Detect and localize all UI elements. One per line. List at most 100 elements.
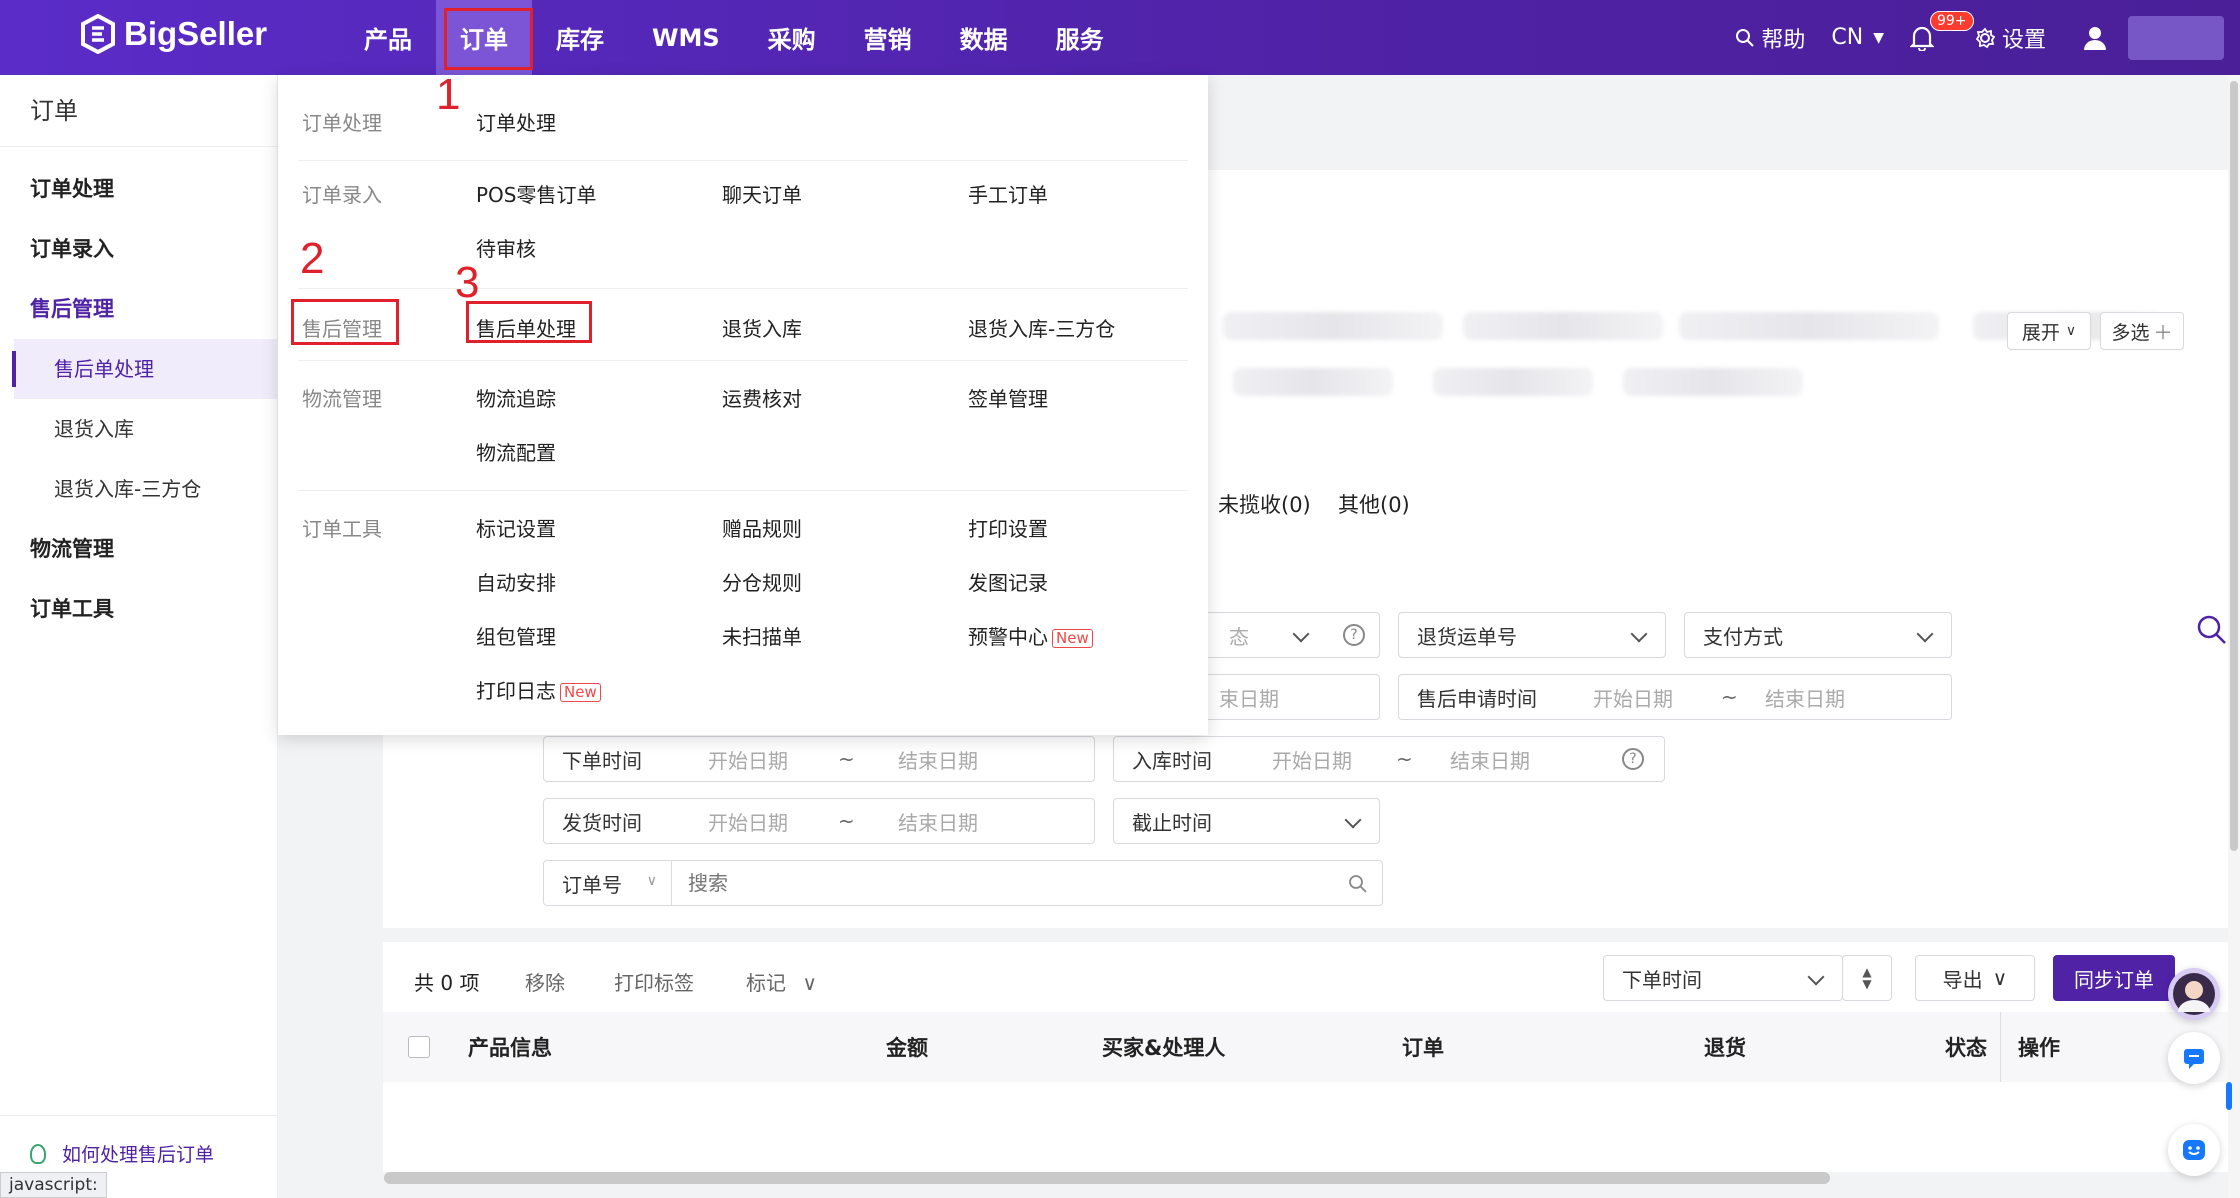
select-all-checkbox[interactable] bbox=[408, 1036, 430, 1058]
vertical-scrollbar[interactable] bbox=[2228, 75, 2240, 1198]
help-link[interactable]: 帮助 bbox=[1735, 22, 1805, 54]
nav-products[interactable]: 产品 bbox=[340, 0, 436, 75]
menu-row-logistics: 物流管理 物流追踪 运费核对 签单管理 物流配置 bbox=[298, 361, 1188, 491]
sort-direction-toggle[interactable]: ▲ ▼ bbox=[1842, 955, 1892, 1001]
menu-link-logistics-config[interactable]: 物流配置 bbox=[476, 437, 556, 466]
nav-services[interactable]: 服务 bbox=[1032, 0, 1128, 75]
notification-badge: 99+ bbox=[1929, 10, 1974, 31]
search-icon[interactable] bbox=[1348, 874, 1368, 894]
multi-select-button[interactable]: 多选 ＋ bbox=[2100, 312, 2184, 350]
aftersale-time-range[interactable]: 售后申请时间 开始日期 ~ 结束日期 bbox=[1398, 674, 1952, 720]
menu-link-pos-orders[interactable]: POS零售订单 bbox=[476, 179, 597, 208]
chevron-down-icon: ∨ bbox=[1992, 966, 2008, 990]
menu-link-receipt-management[interactable]: 签单管理 bbox=[968, 383, 1048, 412]
menu-link-manual-orders[interactable]: 手工订单 bbox=[968, 179, 1048, 208]
sidebar-item-return-3pl[interactable]: 退货入库-三方仓 bbox=[0, 459, 277, 519]
end-date-placeholder: 结束日期 bbox=[1765, 686, 1845, 711]
feedback-button[interactable] bbox=[2168, 1124, 2220, 1176]
menu-link-logistics-tracking[interactable]: 物流追踪 bbox=[476, 383, 556, 412]
notification-button[interactable]: 99+ bbox=[1909, 10, 1974, 51]
sidebar-group-order-tools[interactable]: 订单工具 bbox=[0, 579, 277, 639]
nav-purchase[interactable]: 采购 bbox=[744, 0, 840, 75]
sidebar-item-aftersales-processing[interactable]: 售后单处理 bbox=[12, 339, 277, 399]
chat-button[interactable] bbox=[2168, 1032, 2220, 1084]
sort-field-label: 下单时间 bbox=[1622, 967, 1702, 992]
annotation-number-2: 2 bbox=[300, 234, 325, 283]
search-field-type-select[interactable]: 订单号 ∨ bbox=[544, 861, 672, 905]
sidebar-group-logistics[interactable]: 物流管理 bbox=[0, 519, 277, 579]
expand-button[interactable]: 展开 ∨ bbox=[2007, 312, 2091, 350]
menu-category: 订单工具 bbox=[302, 517, 382, 541]
language-select[interactable]: CN ▼ bbox=[1831, 25, 1884, 50]
user-menu[interactable] bbox=[2082, 25, 2114, 51]
gear-icon bbox=[1975, 27, 1996, 48]
menu-link-gift-rules[interactable]: 赠品规则 bbox=[722, 513, 802, 542]
menu-link-auto-arrange[interactable]: 自动安排 bbox=[476, 567, 556, 596]
menu-link-print-log[interactable]: 打印日志 New bbox=[476, 675, 601, 704]
menu-link-chat-orders[interactable]: 聊天订单 bbox=[722, 179, 802, 208]
nav-wms[interactable]: WMS bbox=[628, 0, 744, 75]
menu-link-print-settings[interactable]: 打印设置 bbox=[968, 513, 1048, 542]
aftersale-time-label: 售后申请时间 bbox=[1417, 686, 1537, 711]
menu-link-freight-check[interactable]: 运费核对 bbox=[722, 383, 802, 412]
return-tracking-select[interactable]: 退货运单号 bbox=[1398, 612, 1666, 658]
export-button[interactable]: 导出 ∨ bbox=[1915, 955, 2035, 1001]
sync-orders-button[interactable]: 同步订单 bbox=[2053, 955, 2175, 1001]
start-date-placeholder: 开始日期 bbox=[1272, 748, 1352, 773]
smile-icon bbox=[2183, 1140, 2205, 1160]
menu-link-unscanned[interactable]: 未扫描单 bbox=[722, 621, 802, 650]
new-badge: New bbox=[560, 683, 601, 702]
menu-link-warehouse-rules[interactable]: 分仓规则 bbox=[722, 567, 802, 596]
language-label: CN bbox=[1831, 25, 1864, 50]
menu-link-package-management[interactable]: 组包管理 bbox=[476, 621, 556, 650]
payment-method-select[interactable]: 支付方式 bbox=[1684, 612, 1952, 658]
nav-data[interactable]: 数据 bbox=[936, 0, 1032, 75]
column-divider bbox=[2000, 1012, 2001, 1082]
stock-in-time-range[interactable]: 入库时间 开始日期 ~ 结束日期 ? bbox=[1113, 736, 1665, 782]
ship-time-label: 发货时间 bbox=[562, 810, 642, 835]
order-time-range[interactable]: 下单时间 开始日期 ~ 结束日期 bbox=[543, 736, 1095, 782]
ship-time-range[interactable]: 发货时间 开始日期 ~ 结束日期 bbox=[543, 798, 1095, 844]
status-dropdown-partial-label: 态 bbox=[1229, 624, 1249, 649]
tilde-separator: ~ bbox=[1396, 747, 1413, 771]
menu-category: 订单处理 bbox=[302, 111, 382, 135]
menu-link-pending-review[interactable]: 待审核 bbox=[476, 233, 536, 262]
menu-link-return-3pl[interactable]: 退货入库-三方仓 bbox=[968, 313, 1115, 342]
order-search[interactable]: 订单号 ∨ bbox=[543, 860, 1383, 906]
horizontal-scrollbar[interactable] bbox=[384, 1172, 1830, 1184]
annotation-box-aftersales-processing bbox=[466, 301, 592, 343]
tab-others[interactable]: 其他(0) bbox=[1338, 489, 1410, 519]
sidebar-item-return-stock-in[interactable]: 退货入库 bbox=[0, 399, 277, 459]
support-agent-avatar[interactable] bbox=[2168, 968, 2220, 1020]
mark-dropdown[interactable]: 标记 ∨ bbox=[746, 967, 817, 996]
remove-button[interactable]: 移除 bbox=[525, 967, 565, 996]
brand-logo[interactable]: BigSeller bbox=[80, 14, 267, 54]
menu-link-image-send-log[interactable]: 发图记录 bbox=[968, 567, 1048, 596]
col-header-status: 状态 bbox=[1945, 1036, 1987, 1060]
menu-link-return-stock-in[interactable]: 退货入库 bbox=[722, 313, 802, 342]
menu-link-mark-settings[interactable]: 标记设置 bbox=[476, 513, 556, 542]
nav-marketing[interactable]: 营销 bbox=[840, 0, 936, 75]
menu-link-label: 打印日志 bbox=[476, 679, 556, 703]
order-time-label: 下单时间 bbox=[562, 748, 642, 773]
chevron-down-icon bbox=[1807, 968, 1825, 986]
sidebar-group-order-entry[interactable]: 订单录入 bbox=[0, 219, 277, 279]
menu-link-order-processing[interactable]: 订单处理 bbox=[476, 107, 556, 136]
annotation-box-orders-nav bbox=[444, 8, 533, 70]
settings-link[interactable]: 设置 bbox=[1974, 22, 2046, 54]
search-icon bbox=[1736, 28, 1755, 47]
tab-not-collected[interactable]: 未揽收(0) bbox=[1218, 489, 1311, 519]
help-circle-icon: ? bbox=[1343, 624, 1365, 646]
print-label-button[interactable]: 打印标签 bbox=[614, 967, 694, 996]
search-input[interactable] bbox=[688, 871, 1308, 895]
sidebar-group-order-processing[interactable]: 订单处理 bbox=[0, 159, 277, 219]
deadline-label: 截止时间 bbox=[1132, 810, 1212, 835]
deadline-select[interactable]: 截止时间 bbox=[1113, 798, 1380, 844]
scrollbar-thumb[interactable] bbox=[2230, 81, 2238, 851]
menu-link-alert-center[interactable]: 预警中心 New bbox=[968, 621, 1093, 650]
side-tab-indicator[interactable] bbox=[2226, 1082, 2232, 1110]
sidebar-group-aftersales[interactable]: 售后管理 bbox=[0, 279, 277, 339]
nav-inventory[interactable]: 库存 bbox=[532, 0, 628, 75]
search-icon[interactable] bbox=[2196, 614, 2228, 646]
sort-field-select[interactable]: 下单时间 bbox=[1603, 955, 1843, 1001]
